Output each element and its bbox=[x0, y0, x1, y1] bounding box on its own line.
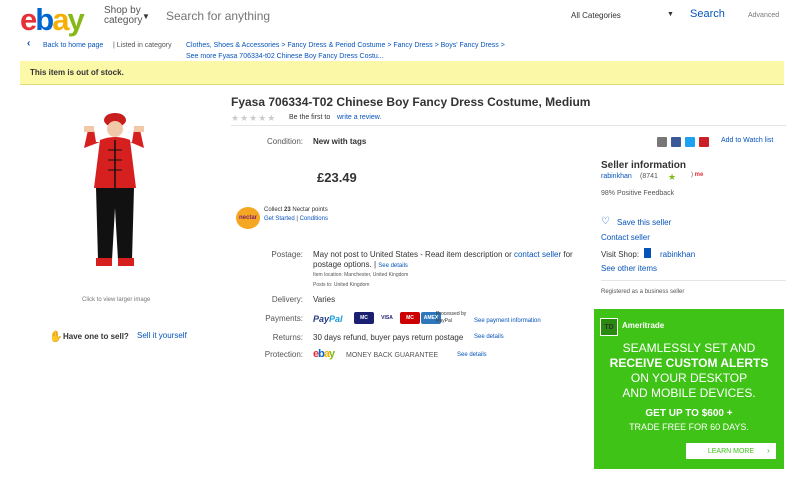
ad-line: ON YOUR DESKTOP bbox=[630, 371, 748, 385]
breadcrumb[interactable]: Clothes, Shoes & Accessories > Fancy Dre… bbox=[186, 40, 505, 51]
postage-value: May not post to United States - Read ite… bbox=[313, 250, 573, 269]
back-arrow-icon[interactable]: ‹ bbox=[27, 38, 30, 49]
shop-icon bbox=[644, 248, 651, 258]
chevron-down-icon: ▼ bbox=[142, 12, 150, 21]
chevron-down-icon: ▼ bbox=[667, 11, 674, 18]
ad-line: RECEIVE CUSTOM ALERTS bbox=[609, 356, 769, 370]
nectar-links: Get Started | Conditions bbox=[264, 216, 328, 222]
out-of-stock-text: This item is out of stock. bbox=[30, 68, 124, 77]
page-title: Fyasa 706334-T02 Chinese Boy Fancy Dress… bbox=[231, 95, 591, 109]
write-review-link[interactable]: write a review. bbox=[337, 114, 381, 121]
ad-line: AND MOBILE DEVICES. bbox=[622, 386, 756, 400]
twitter-icon[interactable] bbox=[685, 137, 695, 147]
advanced-search-link[interactable]: Advanced bbox=[748, 12, 779, 19]
category-select[interactable]: All Categories bbox=[571, 11, 621, 20]
seller-score[interactable]: (8741 bbox=[640, 173, 658, 180]
ebay-logo-small: ebay bbox=[313, 348, 335, 360]
rating-stars: ★★★★★ bbox=[231, 113, 277, 123]
posts-to: Posts to: United Kingdom bbox=[313, 282, 370, 288]
sell-it-yourself-link[interactable]: Sell it yourself bbox=[137, 331, 187, 340]
email-icon[interactable] bbox=[657, 137, 667, 147]
category-label: category bbox=[104, 15, 143, 26]
back-to-home-link[interactable]: Back to home page bbox=[43, 40, 103, 51]
divider bbox=[601, 280, 786, 281]
search-button[interactable]: Search bbox=[690, 8, 725, 20]
search-input[interactable] bbox=[158, 2, 558, 30]
seller-info-heading: Seller information bbox=[601, 160, 687, 171]
contact-seller-link[interactable]: Contact seller bbox=[601, 233, 650, 242]
see-other-items-link[interactable]: See other items bbox=[601, 264, 657, 273]
ebay-logo[interactable]: ebay bbox=[20, 2, 85, 38]
first-review-label: Be the first to bbox=[289, 114, 331, 121]
get-started-link[interactable]: Get Started bbox=[264, 216, 295, 222]
product-image[interactable] bbox=[70, 108, 160, 278]
returns-see-details-link[interactable]: See details bbox=[474, 334, 504, 340]
hand-icon: ✋ bbox=[49, 331, 63, 343]
visit-shop-label: Visit Shop: bbox=[601, 250, 640, 259]
maestro-icon: MC bbox=[400, 312, 420, 324]
processed-by-paypal: Processed by PayPal bbox=[436, 311, 467, 324]
protection-see-details-link[interactable]: See details bbox=[457, 352, 487, 358]
mastercard-icon: MC bbox=[354, 312, 374, 324]
contact-seller-link[interactable]: contact seller bbox=[514, 250, 561, 259]
td-logo: TD bbox=[600, 318, 618, 336]
business-seller-label: Registered as a business seller bbox=[601, 289, 685, 295]
ad-line: GET UP TO $600 + bbox=[645, 408, 733, 419]
returns-label: Returns: bbox=[272, 333, 303, 342]
payments-label: Payments: bbox=[265, 314, 303, 323]
item-location: Item location: Manchester, United Kingdo… bbox=[313, 272, 409, 278]
divider bbox=[231, 125, 786, 126]
chevron-right-icon: › bbox=[767, 446, 770, 455]
have-one-to-sell-label: Have one to sell? bbox=[63, 332, 129, 341]
conditions-link[interactable]: Conditions bbox=[300, 216, 328, 222]
ad-line: TRADE FREE FOR 60 DAYS. bbox=[629, 422, 749, 432]
listed-in-category-label: | Listed in category bbox=[113, 42, 172, 49]
delivery-label: Delivery: bbox=[271, 295, 303, 304]
paypal-logo: PayPal bbox=[313, 314, 343, 324]
positive-feedback: 98% Positive Feedback bbox=[601, 190, 675, 197]
pinterest-icon[interactable] bbox=[699, 137, 709, 147]
star-icon: ★ bbox=[668, 172, 677, 182]
add-to-watch-list-link[interactable]: Add to Watch list bbox=[721, 137, 773, 144]
me-badge: ) me bbox=[691, 172, 704, 178]
money-back-guarantee: MONEY BACK GUARANTEE bbox=[346, 352, 439, 359]
facebook-icon[interactable] bbox=[671, 137, 681, 147]
seller-name-link[interactable]: rabinkhan bbox=[601, 173, 632, 180]
shop-by-category-button[interactable]: Shop by category bbox=[104, 6, 142, 26]
price: £23.49 bbox=[317, 170, 357, 185]
learn-more-button[interactable]: LEARN MORE bbox=[686, 443, 776, 459]
delivery-value: Varies bbox=[313, 295, 336, 304]
postage-label: Postage: bbox=[271, 250, 303, 259]
condition-label: Condition: bbox=[266, 137, 303, 146]
heart-icon[interactable]: ♡ bbox=[601, 216, 610, 227]
returns-value: 30 days refund, buyer pays return postag… bbox=[313, 333, 464, 342]
shop-name-link[interactable]: rabinkhan bbox=[660, 250, 695, 259]
payment-info-link[interactable]: See payment information bbox=[474, 318, 541, 324]
postage-see-details-link[interactable]: See details bbox=[378, 263, 408, 269]
out-of-stock-banner bbox=[20, 61, 784, 85]
click-to-view-label[interactable]: Click to view larger image bbox=[82, 297, 150, 303]
ad-brand: Ameritrade bbox=[622, 321, 665, 330]
nectar-collect-text: Collect 23 Nectar points bbox=[264, 207, 328, 213]
nectar-logo: nectar bbox=[236, 207, 260, 229]
share-icons bbox=[657, 137, 713, 147]
protection-label: Protection: bbox=[264, 350, 303, 359]
visa-icon: VISA bbox=[377, 312, 397, 324]
ad-line: SEAMLESSLY SET AND bbox=[622, 341, 756, 355]
save-seller-link[interactable]: Save this seller bbox=[617, 218, 671, 227]
condition-value: New with tags bbox=[313, 137, 367, 146]
